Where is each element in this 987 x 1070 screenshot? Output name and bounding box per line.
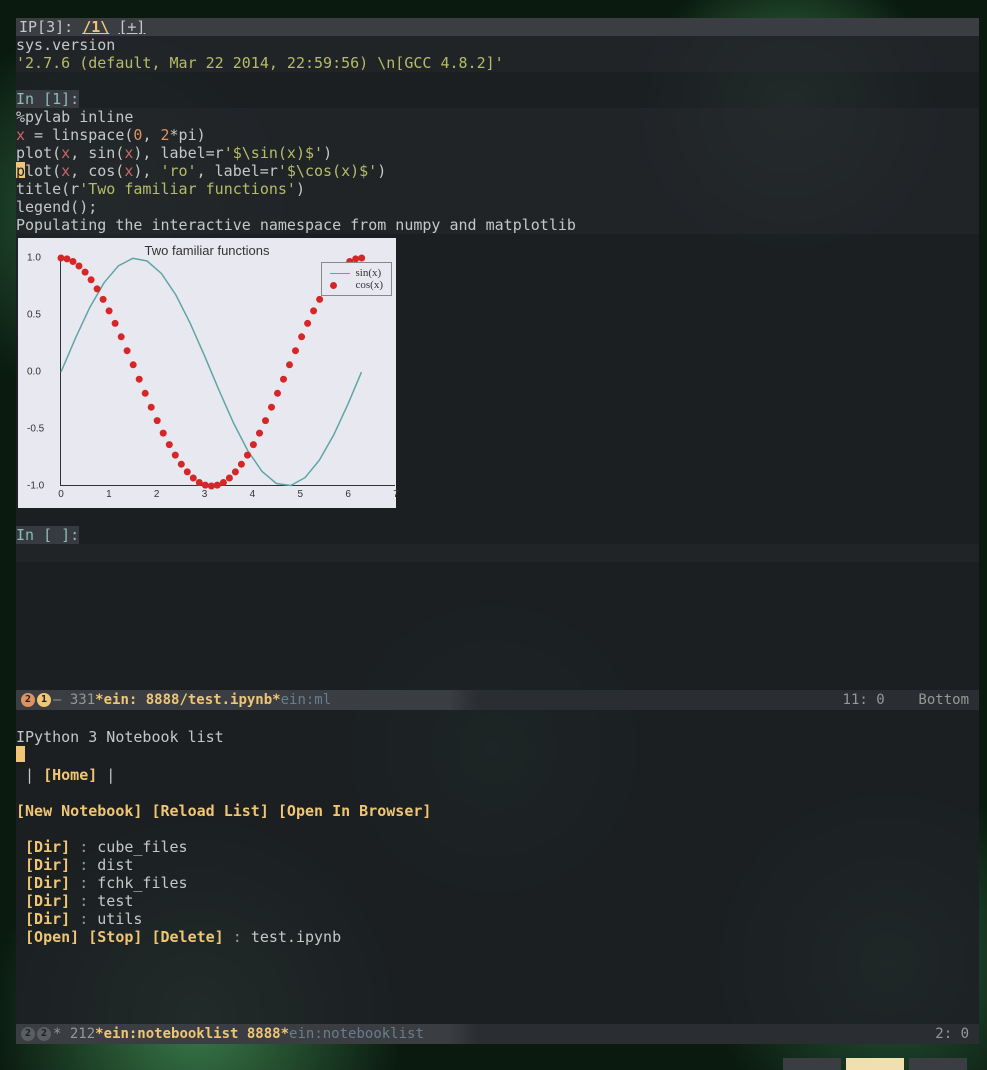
taskbar [783, 1058, 967, 1070]
open-browser-button[interactable]: [Open In Browser] [278, 802, 432, 820]
tab-new[interactable]: [+] [118, 18, 145, 36]
dir-link[interactable]: [Dir] [25, 892, 70, 910]
notebook-list-pane: IPython 3 Notebook list | [Home] | [New … [16, 710, 979, 1026]
modeline-bottom: 22 * 212 *ein:notebooklist 8888* ein:not… [16, 1024, 979, 1044]
dir-link[interactable]: [Dir] [25, 856, 70, 874]
reload-list-button[interactable]: [Reload List] [151, 802, 268, 820]
cursor [16, 746, 25, 762]
plot-legend: sin(x) cos(x) [321, 262, 393, 296]
new-notebook-button[interactable]: [New Notebook] [16, 802, 142, 820]
home-link[interactable]: [Home] [43, 766, 97, 784]
cell-1-prompt: In [1]: [16, 90, 79, 108]
tab-bar: IP[3]: /1\ [+] [16, 18, 979, 36]
nblist-title: IPython 3 Notebook list [16, 728, 224, 746]
delete-button[interactable]: [Delete] [151, 928, 223, 946]
notebook-editor-pane: IP[3]: /1\ [+] sys.version '2.7.6 (defau… [16, 18, 979, 690]
dir-link[interactable]: [Dir] [25, 910, 70, 928]
cell-1-input[interactable]: %pylab inline x = linspace(0, 2*pi) plot… [16, 108, 979, 234]
tab-active[interactable]: /1\ [82, 18, 109, 36]
modeline-top: 21 – 331 *ein: 8888/test.ipynb* ein:ml 1… [16, 690, 979, 710]
cell-empty-prompt[interactable]: In [ ]: [16, 526, 79, 544]
cursor: p [16, 162, 25, 178]
stop-button[interactable]: [Stop] [88, 928, 142, 946]
dir-link[interactable]: [Dir] [25, 874, 70, 892]
plot-output: Two familiar functions sin(x) cos(x) -1.… [18, 238, 396, 508]
cell-empty-input[interactable] [16, 544, 979, 562]
cell-3-output: sys.version '2.7.6 (default, Mar 22 2014… [16, 36, 979, 72]
open-button[interactable]: [Open] [25, 928, 79, 946]
dir-link[interactable]: [Dir] [25, 838, 70, 856]
plot-title: Two familiar functions [18, 238, 396, 258]
